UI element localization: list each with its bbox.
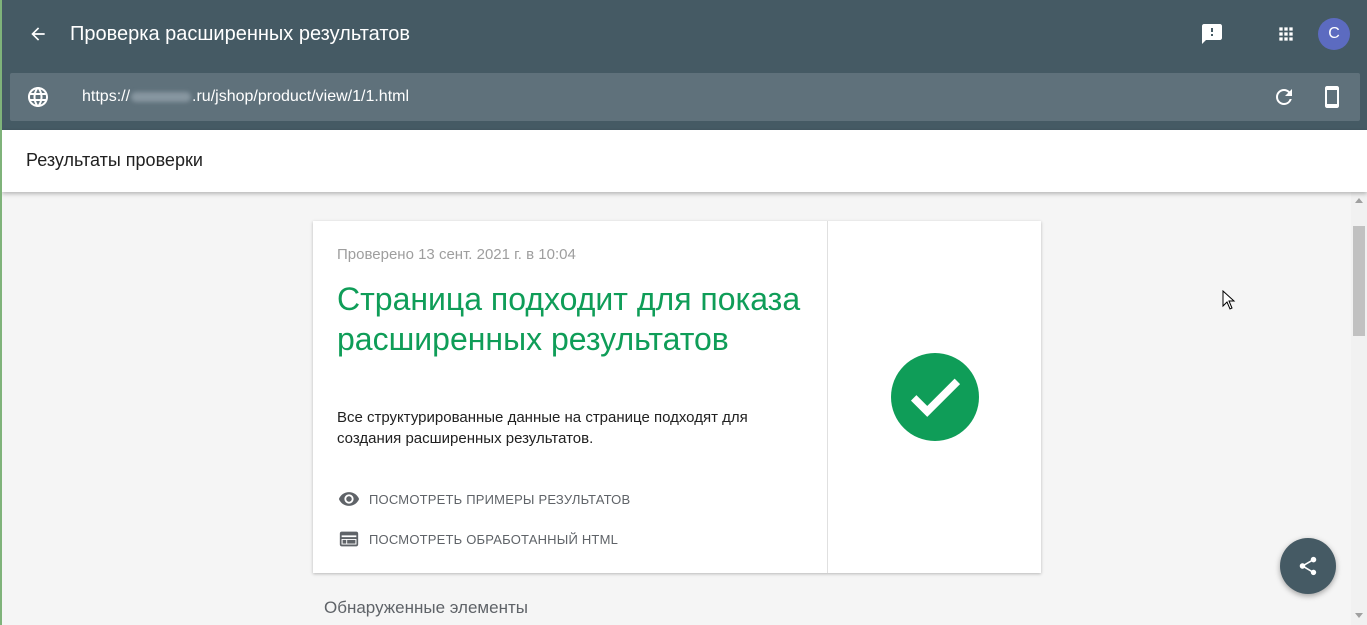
scroll-down-arrow-icon[interactable] (1355, 613, 1363, 618)
apps-grid-icon (1279, 27, 1293, 41)
top-bar: Проверка расширенных результатов С (0, 0, 1367, 68)
result-card: Проверено 13 сент. 2021 г. в 10:04 Стран… (313, 221, 1041, 573)
app-header: Проверка расширенных результатов С https… (0, 0, 1367, 130)
scroll-up-arrow-icon[interactable] (1355, 198, 1363, 203)
share-button[interactable] (1280, 538, 1336, 594)
scroll-thumb[interactable] (1353, 226, 1365, 336)
success-status-badge (891, 353, 979, 441)
window-left-edge (0, 0, 2, 625)
view-rendered-html-label: ПОСМОТРЕТЬ ОБРАБОТАННЫЙ HTML (369, 531, 619, 547)
apps-button[interactable] (1270, 18, 1302, 50)
reload-icon[interactable] (1272, 85, 1296, 109)
share-icon (1299, 556, 1317, 576)
globe-icon (28, 87, 48, 107)
checkmark-icon (910, 378, 961, 417)
eye-icon (337, 487, 361, 511)
app-title: Проверка расширенных результатов (70, 23, 411, 45)
url-text[interactable]: https:// .ru/jshop/product/view/1/1.html (82, 87, 409, 107)
url-prefix: https:// (82, 88, 131, 105)
arrow-back-icon (31, 27, 45, 41)
section-title: Результаты проверки (26, 150, 203, 170)
url-bar[interactable]: https:// .ru/jshop/product/view/1/1.html (10, 73, 1360, 121)
results-content[interactable]: Проверено 13 сент. 2021 г. в 10:04 Стран… (2, 192, 1351, 625)
view-result-examples-button[interactable]: ПОСМОТРЕТЬ ПРИМЕРЫ РЕЗУЛЬТАТОВ (337, 487, 630, 511)
url-redacted-domain (131, 91, 192, 102)
web-page-icon (337, 527, 361, 551)
feedback-icon (1202, 24, 1222, 44)
mouse-cursor-icon (1222, 290, 1236, 310)
checked-timestamp: Проверено 13 сент. 2021 г. в 10:04 (337, 246, 576, 263)
account-avatar[interactable]: С (1318, 18, 1350, 50)
back-button[interactable] (22, 18, 54, 50)
vertical-scrollbar[interactable] (1351, 192, 1367, 625)
detected-items-heading: Обнаруженные элементы (324, 598, 528, 617)
results-section-header: Результаты проверки (2, 130, 1367, 192)
result-card-details: Проверено 13 сент. 2021 г. в 10:04 Стран… (313, 221, 828, 573)
smartphone-icon[interactable] (1320, 83, 1344, 111)
url-suffix: .ru/jshop/product/view/1/1.html (192, 88, 410, 105)
result-heading: Страница подходит для показа расширенных… (337, 281, 801, 357)
view-result-examples-label: ПОСМОТРЕТЬ ПРИМЕРЫ РЕЗУЛЬТАТОВ (369, 491, 631, 507)
view-rendered-html-button[interactable]: ПОСМОТРЕТЬ ОБРАБОТАННЫЙ HTML (337, 527, 618, 551)
result-description: Все структурированные данные на странице… (337, 409, 748, 447)
feedback-button[interactable] (1196, 18, 1228, 50)
